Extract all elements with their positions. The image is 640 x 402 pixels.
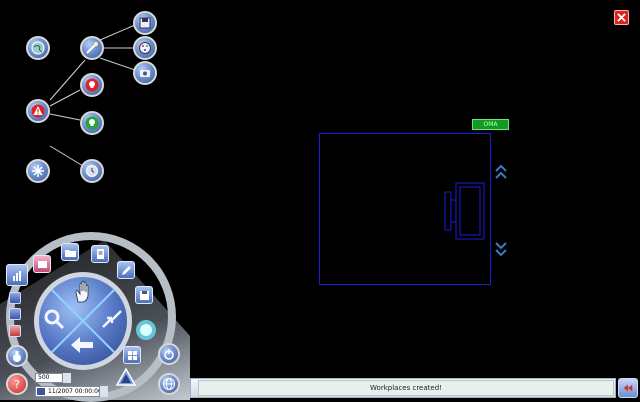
document-button[interactable] — [91, 245, 109, 263]
clock-icon — [86, 165, 98, 177]
save-button[interactable] — [133, 11, 157, 35]
workspace-badge: OMA — [472, 119, 509, 130]
skull-button[interactable] — [80, 73, 104, 97]
palette-button[interactable] — [133, 36, 157, 60]
scroll-up-icon[interactable] — [494, 163, 508, 181]
layer-icon — [37, 260, 47, 268]
document-icon — [96, 248, 104, 259]
layer-button[interactable] — [33, 255, 51, 273]
world-icon — [31, 41, 45, 55]
status-message: Workplaces created! — [198, 380, 614, 396]
ok-skull-button[interactable] — [80, 111, 104, 135]
clock-button[interactable] — [80, 159, 104, 183]
camera-button[interactable] — [133, 61, 157, 85]
calendar-icon[interactable] — [37, 388, 45, 395]
burst-button[interactable] — [26, 159, 50, 183]
edit-button[interactable] — [117, 261, 135, 279]
arrows-icon[interactable] — [100, 307, 124, 331]
magnifier-icon[interactable] — [42, 307, 66, 331]
folder-icon — [64, 249, 76, 257]
burst-icon — [32, 165, 44, 177]
pause-button[interactable] — [9, 308, 21, 320]
chart-icon — [12, 270, 21, 281]
palette-icon — [139, 42, 151, 54]
money-bag-icon — [13, 351, 21, 362]
folder-button[interactable] — [61, 243, 79, 261]
number-stepper[interactable] — [62, 373, 71, 383]
globe-button[interactable] — [158, 373, 180, 395]
ok-skull-icon — [85, 116, 99, 130]
close-icon — [617, 13, 626, 22]
close-button[interactable] — [614, 10, 629, 25]
skull-icon — [85, 78, 99, 92]
grid-button[interactable] — [123, 346, 141, 364]
help-icon: ? — [14, 378, 20, 391]
svg-text:?: ? — [14, 378, 20, 391]
globe-icon — [163, 378, 175, 390]
hand-icon[interactable] — [73, 280, 95, 304]
magic-wand-button[interactable] — [80, 36, 104, 60]
power-button[interactable] — [158, 343, 180, 365]
world-icon-button[interactable] — [26, 36, 50, 60]
camera-icon — [140, 70, 150, 77]
magic-wand-icon — [86, 42, 98, 54]
device-outline — [444, 182, 485, 240]
stop-button[interactable] — [9, 325, 21, 337]
edit-icon — [121, 265, 131, 275]
date-select[interactable]: 11/2007 00:00:00 — [35, 386, 108, 397]
target-ring-icon[interactable] — [136, 320, 156, 340]
rewind-icon — [623, 384, 633, 392]
power-icon — [164, 349, 174, 360]
back-arrow-icon[interactable] — [68, 334, 96, 356]
chart-button[interactable] — [6, 264, 28, 286]
money-bag-button[interactable] — [6, 345, 28, 367]
chevron-down-icon[interactable] — [99, 386, 108, 397]
scroll-down-icon[interactable] — [494, 240, 508, 258]
warning-icon — [31, 104, 45, 118]
save-icon — [139, 17, 151, 29]
grid-icon — [127, 350, 137, 360]
help-button[interactable]: ? — [6, 373, 28, 395]
play-button[interactable] — [9, 292, 21, 304]
delta-button[interactable] — [115, 366, 137, 388]
disk-button[interactable] — [135, 286, 153, 304]
warning-button[interactable] — [26, 99, 50, 123]
disk-icon — [139, 290, 149, 300]
rewind-button[interactable] — [618, 378, 638, 398]
delta-icon — [115, 367, 137, 386]
